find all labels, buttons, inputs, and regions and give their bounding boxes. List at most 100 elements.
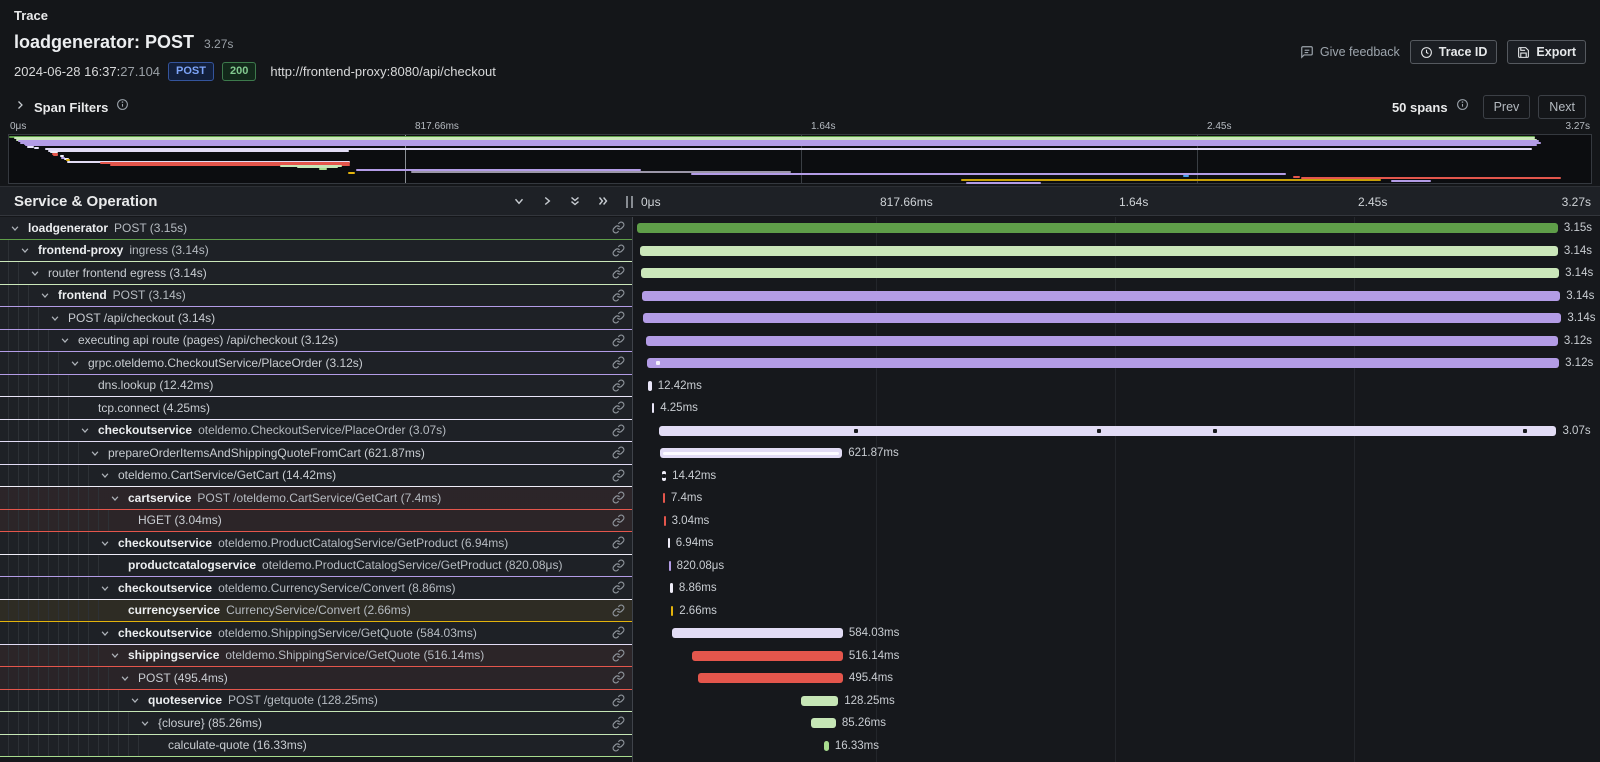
span-row-label-cell[interactable]: checkoutserviceoteldemo.ProductCatalogSe… <box>0 532 632 555</box>
span-row[interactable]: quoteservicePOST /getquote (128.25ms)128… <box>0 690 1600 713</box>
panel-resize-handle[interactable] <box>626 196 633 208</box>
span-link-icon[interactable] <box>612 401 625 419</box>
chevron-down-icon[interactable] <box>98 628 112 638</box>
span-link-icon[interactable] <box>612 491 625 509</box>
span-link-icon[interactable] <box>612 581 625 599</box>
span-row-label-cell[interactable]: prepareOrderItemsAndShippingQuoteFromCar… <box>0 442 632 465</box>
span-link-icon[interactable] <box>612 469 625 487</box>
span-link-icon[interactable] <box>612 446 625 464</box>
span-link-icon[interactable] <box>612 559 625 577</box>
span-link-icon[interactable] <box>612 626 625 644</box>
chevron-down-icon[interactable] <box>38 290 52 300</box>
span-row-label-cell[interactable]: HGET (3.04ms) <box>0 510 632 533</box>
span-row[interactable]: shippingserviceoteldemo.ShippingService/… <box>0 645 1600 668</box>
span-link-icon[interactable] <box>612 356 625 374</box>
span-link-icon[interactable] <box>612 514 625 532</box>
span-row[interactable]: calculate-quote (16.33ms)16.33ms <box>0 735 1600 758</box>
span-row-label-cell[interactable]: tcp.connect (4.25ms) <box>0 397 632 420</box>
span-duration-bar[interactable] <box>692 651 843 661</box>
chevron-down-icon[interactable] <box>18 245 32 255</box>
span-link-icon[interactable] <box>612 694 625 712</box>
span-link-icon[interactable] <box>612 334 625 352</box>
span-duration-bar[interactable] <box>646 336 1558 346</box>
next-span-button[interactable]: Next <box>1538 95 1586 119</box>
chevron-down-icon[interactable] <box>78 425 92 435</box>
span-row-label-cell[interactable]: executing api route (pages) /api/checkou… <box>0 330 632 353</box>
span-filters-toggle[interactable]: Span Filters <box>14 98 129 116</box>
span-row-label-cell[interactable]: cartservicePOST /oteldemo.CartService/Ge… <box>0 487 632 510</box>
span-row-label-cell[interactable]: frontendPOST (3.14s) <box>0 285 632 308</box>
span-row-label-cell[interactable]: frontend-proxyingress (3.14s) <box>0 240 632 263</box>
expand-one-icon[interactable] <box>540 194 554 208</box>
span-row[interactable]: grpc.oteldemo.CheckoutService/PlaceOrder… <box>0 352 1600 375</box>
span-duration-bar[interactable] <box>671 606 673 616</box>
span-row[interactable]: frontendPOST (3.14s)3.14s <box>0 285 1600 308</box>
chevron-down-icon[interactable] <box>98 538 112 548</box>
chevron-down-icon[interactable] <box>68 358 82 368</box>
expand-all-icon[interactable] <box>596 194 610 208</box>
span-duration-bar[interactable] <box>659 426 1557 436</box>
chevron-down-icon[interactable] <box>88 448 102 458</box>
span-duration-bar[interactable] <box>640 246 1558 256</box>
span-row-label-cell[interactable]: dns.lookup (12.42ms) <box>0 375 632 398</box>
chevron-down-icon[interactable] <box>48 313 62 323</box>
span-row[interactable]: oteldemo.CartService/GetCart (14.42ms)14… <box>0 465 1600 488</box>
span-link-icon[interactable] <box>612 424 625 442</box>
export-button[interactable]: Export <box>1507 40 1586 64</box>
span-link-icon[interactable] <box>612 289 625 307</box>
chevron-down-icon[interactable] <box>98 583 112 593</box>
span-duration-bar[interactable] <box>698 673 843 683</box>
span-row[interactable]: POST (495.4ms)495.4ms <box>0 667 1600 690</box>
span-duration-bar[interactable] <box>672 628 843 638</box>
span-duration-bar[interactable] <box>643 313 1561 323</box>
chevron-down-icon[interactable] <box>108 493 122 503</box>
span-row[interactable]: router frontend egress (3.14s)3.14s <box>0 262 1600 285</box>
span-row[interactable]: tcp.connect (4.25ms)4.25ms <box>0 397 1600 420</box>
span-row-label-cell[interactable]: router frontend egress (3.14s) <box>0 262 632 285</box>
chevron-down-icon[interactable] <box>138 718 152 728</box>
span-row[interactable]: {closure} (85.26ms)85.26ms <box>0 712 1600 735</box>
chevron-down-icon[interactable] <box>28 268 42 278</box>
span-duration-bar[interactable] <box>663 493 665 503</box>
span-row[interactable]: checkoutserviceoteldemo.ShippingService/… <box>0 622 1600 645</box>
span-link-icon[interactable] <box>612 379 625 397</box>
minimap-canvas[interactable] <box>8 134 1592 184</box>
prev-span-button[interactable]: Prev <box>1483 95 1531 119</box>
chevron-down-icon[interactable] <box>8 223 22 233</box>
trace-id-button[interactable]: Trace ID <box>1410 40 1498 64</box>
chevron-down-icon[interactable] <box>118 673 132 683</box>
span-row[interactable]: checkoutserviceoteldemo.CheckoutService/… <box>0 420 1600 443</box>
span-row-label-cell[interactable]: checkoutserviceoteldemo.ShippingService/… <box>0 622 632 645</box>
span-row-label-cell[interactable]: calculate-quote (16.33ms) <box>0 735 632 758</box>
span-row-label-cell[interactable]: quoteservicePOST /getquote (128.25ms) <box>0 690 632 713</box>
collapse-one-icon[interactable] <box>512 194 526 208</box>
span-row-label-cell[interactable]: shippingserviceoteldemo.ShippingService/… <box>0 645 632 668</box>
span-row[interactable]: prepareOrderItemsAndShippingQuoteFromCar… <box>0 442 1600 465</box>
span-link-icon[interactable] <box>612 266 625 284</box>
span-link-icon[interactable] <box>612 221 625 239</box>
span-row[interactable]: dns.lookup (12.42ms)12.42ms <box>0 375 1600 398</box>
span-row-label-cell[interactable]: POST /api/checkout (3.14s) <box>0 307 632 330</box>
span-row[interactable]: frontend-proxyingress (3.14s)3.14s <box>0 240 1600 263</box>
chevron-down-icon[interactable] <box>98 470 112 480</box>
span-duration-bar[interactable] <box>642 291 1560 301</box>
span-duration-bar[interactable] <box>652 403 654 413</box>
span-row[interactable]: cartservicePOST /oteldemo.CartService/Ge… <box>0 487 1600 510</box>
span-row[interactable]: loadgeneratorPOST (3.15s)3.15s <box>0 217 1600 240</box>
span-link-icon[interactable] <box>612 649 625 667</box>
span-row[interactable]: checkoutserviceoteldemo.ProductCatalogSe… <box>0 532 1600 555</box>
span-row[interactable]: HGET (3.04ms)3.04ms <box>0 510 1600 533</box>
chevron-down-icon[interactable] <box>108 650 122 660</box>
span-link-icon[interactable] <box>612 536 625 554</box>
collapse-all-icon[interactable] <box>568 194 582 208</box>
span-duration-bar[interactable] <box>670 583 673 593</box>
span-row-label-cell[interactable]: POST (495.4ms) <box>0 667 632 690</box>
chevron-down-icon[interactable] <box>128 695 142 705</box>
span-row[interactable]: executing api route (pages) /api/checkou… <box>0 330 1600 353</box>
span-duration-bar[interactable] <box>660 448 842 458</box>
span-row-label-cell[interactable]: loadgeneratorPOST (3.15s) <box>0 217 632 240</box>
span-duration-bar[interactable] <box>824 741 829 751</box>
chevron-down-icon[interactable] <box>58 335 72 345</box>
span-duration-bar[interactable] <box>811 718 836 728</box>
span-duration-bar[interactable] <box>647 358 1559 368</box>
